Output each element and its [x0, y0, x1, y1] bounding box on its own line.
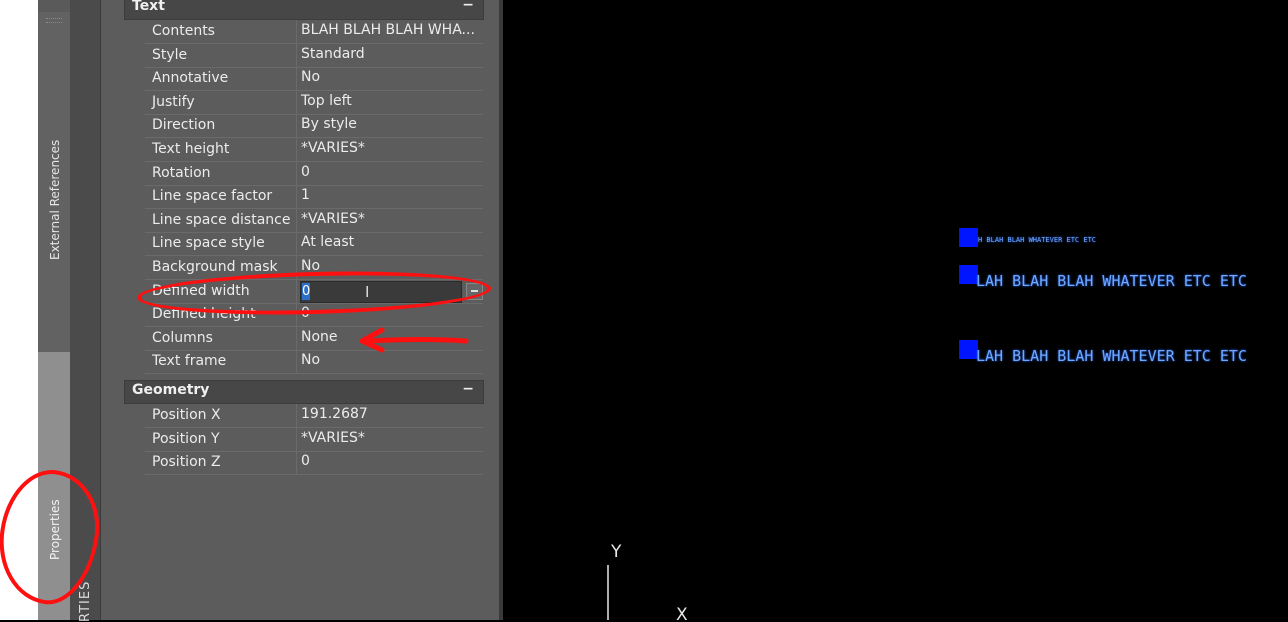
tab-external-references-label: External References	[48, 139, 62, 260]
property-row-text-height[interactable]: Text height *VARIES*	[145, 138, 483, 162]
property-value: No	[301, 69, 321, 86]
property-row-position-x[interactable]: Position X 191.2687	[145, 404, 483, 428]
ucs-icon: Y X	[607, 542, 688, 620]
property-value: *VARIES*	[301, 140, 365, 156]
property-value: 0	[301, 163, 310, 180]
column-divider	[296, 161, 297, 185]
column-divider	[296, 114, 297, 138]
column-divider	[296, 326, 297, 350]
column-divider	[296, 451, 297, 475]
column-divider	[296, 20, 297, 43]
annotation-arrow-icon	[359, 327, 469, 353]
column-divider	[296, 350, 297, 374]
property-name: Background mask	[152, 259, 278, 275]
property-name: Contents	[152, 23, 215, 39]
property-value: 191.2687	[301, 406, 368, 422]
property-row-position-z[interactable]: Position Z 0	[145, 451, 483, 476]
property-name: Justify	[152, 93, 195, 110]
section-geometry-header[interactable]: Geometry −	[124, 380, 484, 404]
property-name: Position X	[152, 407, 221, 423]
column-divider	[296, 43, 297, 67]
tab-external-references[interactable]: External References	[38, 12, 71, 353]
section-geometry-title: Geometry	[132, 382, 210, 398]
column-divider	[296, 427, 297, 451]
property-name: Line space style	[152, 235, 265, 252]
column-divider	[296, 67, 297, 91]
collapse-icon[interactable]: −	[462, 381, 474, 397]
property-row-line-space-factor[interactable]: Line space factor 1	[145, 185, 483, 210]
column-divider	[296, 208, 297, 232]
grip-handle-icon[interactable]	[46, 18, 62, 23]
palette-title: RTIES	[78, 580, 93, 622]
property-row-rotation[interactable]: Rotation 0	[145, 161, 483, 186]
property-name: Text frame	[152, 353, 227, 370]
property-value: 1	[301, 187, 310, 204]
property-row-position-y[interactable]: Position Y *VARIES*	[145, 427, 483, 452]
section-text-header[interactable]: Text −	[124, 0, 484, 20]
property-name: Style	[152, 46, 188, 63]
property-row-justify[interactable]: Justify Top left	[145, 90, 483, 115]
property-name: Rotation	[152, 164, 211, 181]
property-name: Text height	[152, 141, 230, 157]
property-name: Line space factor	[152, 188, 273, 205]
property-value: *VARIES*	[301, 210, 365, 227]
ucs-y-label: Y	[610, 542, 622, 562]
column-divider	[296, 185, 297, 209]
property-name: Line space distance	[152, 211, 291, 228]
property-row-style[interactable]: Style Standard	[145, 43, 483, 68]
property-row-line-space-style[interactable]: Line space style At least	[145, 232, 483, 257]
property-row-annotative[interactable]: Annotative No	[145, 67, 483, 92]
property-value: Top left	[301, 92, 352, 109]
property-name: Direction	[152, 117, 216, 134]
column-divider	[296, 138, 297, 161]
section-text-title: Text	[132, 0, 165, 14]
property-row-line-space-distance[interactable]: Line space distance *VARIES*	[145, 208, 483, 233]
column-divider	[296, 90, 297, 114]
ucs-x-label: X	[676, 605, 688, 620]
property-name: Position Z	[152, 454, 221, 471]
property-value: No	[301, 352, 321, 369]
property-value: *VARIES*	[301, 429, 365, 446]
property-value: Standard	[301, 45, 365, 62]
property-value: At least	[301, 234, 355, 251]
property-value: None	[301, 328, 338, 345]
property-name: Position Y	[152, 430, 220, 447]
column-divider	[296, 404, 297, 427]
property-name: Annotative	[152, 70, 229, 87]
column-divider	[296, 232, 297, 256]
property-value: BLAH BLAH BLAH WHA...	[301, 22, 475, 38]
collapse-icon[interactable]: −	[462, 0, 474, 13]
property-name: Columns	[152, 329, 213, 346]
property-row-direction[interactable]: Direction By style	[145, 114, 483, 139]
property-row-contents[interactable]: Contents BLAH BLAH BLAH WHA...	[145, 20, 483, 44]
property-value: By style	[301, 116, 357, 133]
property-value: 0	[301, 453, 310, 470]
drawing-canvas[interactable]: H BLAH BLAH WHATEVER ETC ETC LAH BLAH BL…	[503, 0, 1288, 620]
